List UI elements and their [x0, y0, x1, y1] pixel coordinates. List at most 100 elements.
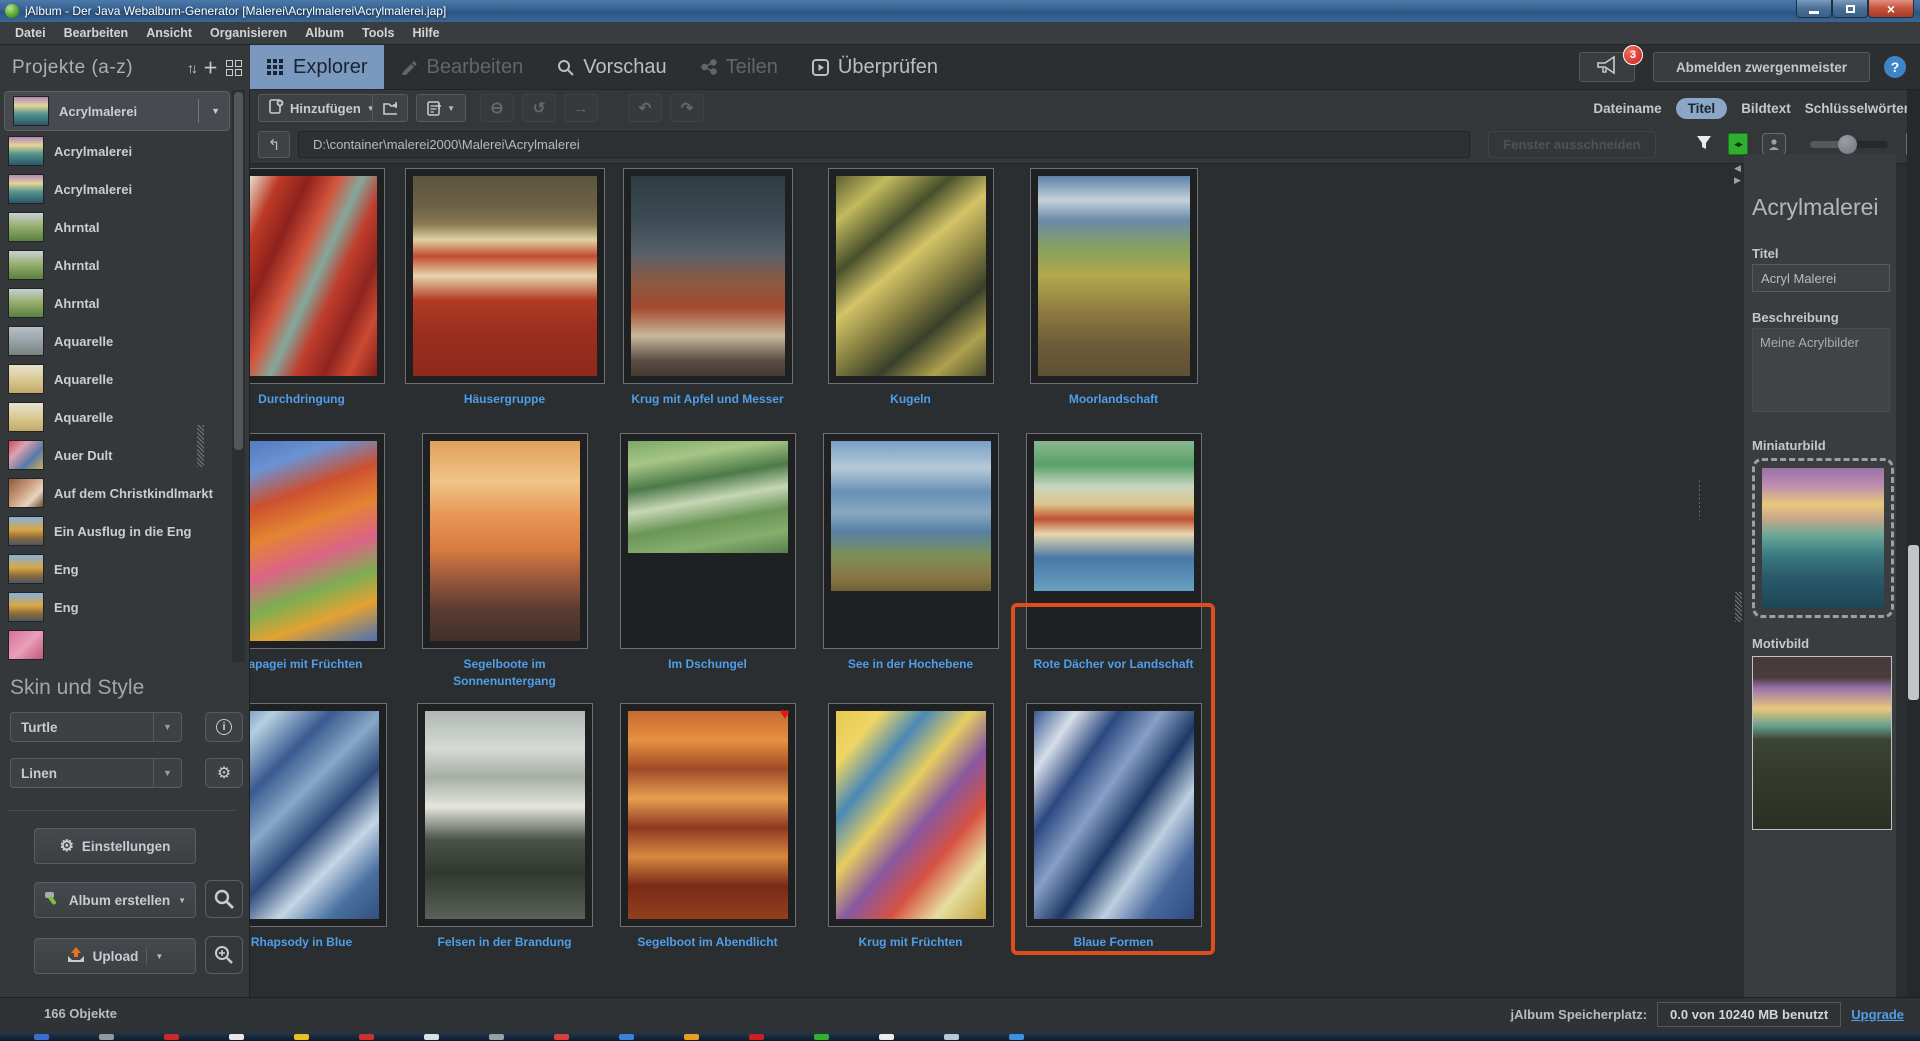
grid-item[interactable]: Felsen in der Brandung: [403, 703, 606, 951]
taskbar-icon[interactable]: [359, 1034, 374, 1040]
grid-item[interactable]: Rhapsody in Blue: [250, 703, 403, 951]
taskbar-icon[interactable]: [749, 1034, 764, 1040]
project-list-scrollbar[interactable]: [232, 90, 245, 662]
thumbnail-frame[interactable]: [827, 703, 994, 927]
project-item[interactable]: [0, 626, 232, 662]
undo-button[interactable]: ↶: [628, 94, 662, 122]
thumbnail-frame[interactable]: [250, 168, 385, 384]
taskbar-icon[interactable]: [99, 1034, 114, 1040]
taskbar-icon[interactable]: [554, 1034, 569, 1040]
grid-item[interactable]: ♥ Segelboot im Abendlicht: [606, 703, 809, 951]
menu-tools[interactable]: Tools: [353, 26, 403, 40]
grid-item[interactable]: Krug mit Früchten: [809, 703, 1012, 951]
favorite-heart-icon[interactable]: ♥: [780, 706, 790, 724]
help-button[interactable]: ?: [1884, 56, 1906, 78]
filter-bildtext[interactable]: Bildtext: [1741, 101, 1791, 116]
thumbnail-frame[interactable]: [619, 433, 796, 649]
image-title-link[interactable]: See in der Hochebene: [848, 656, 973, 673]
collapse-left-icon[interactable]: ◀: [1734, 164, 1741, 173]
taskbar-icon[interactable]: [879, 1034, 894, 1040]
project-view-grid-icon[interactable]: [226, 59, 242, 76]
image-title-link[interactable]: Kugeln: [890, 391, 931, 408]
image-title-link[interactable]: Im Dschungel: [668, 656, 747, 673]
minimize-button[interactable]: [1796, 0, 1832, 18]
menu-ansicht[interactable]: Ansicht: [137, 26, 201, 40]
new-folder-button[interactable]: [372, 94, 408, 122]
style-settings-button[interactable]: ⚙: [205, 758, 243, 788]
thumbnail-frame[interactable]: [622, 168, 793, 384]
thumbnail-frame[interactable]: [1025, 433, 1202, 649]
image-title-link[interactable]: Rhapsody in Blue: [251, 934, 352, 951]
image-title-link[interactable]: Blaue Formen: [1073, 934, 1153, 951]
skin-info-button[interactable]: i: [205, 712, 243, 742]
image-title-link[interactable]: Krug mit Apfel und Messer: [631, 391, 783, 408]
image-title-link[interactable]: Segelboot im Abendlicht: [637, 934, 777, 951]
titel-input[interactable]: [1752, 264, 1890, 292]
project-item[interactable]: Auf dem Christkindlmarkt: [0, 474, 232, 512]
scrollbar-thumb[interactable]: [234, 92, 243, 450]
path-field[interactable]: D:\container\malerei2000\Malerei\Acrylma…: [298, 131, 1470, 158]
project-item[interactable]: Ahrntal: [0, 284, 232, 322]
image-title-link[interactable]: Papagei mit Früchten: [250, 656, 363, 673]
taskbar-icon[interactable]: [944, 1034, 959, 1040]
taskbar-icon[interactable]: [1009, 1034, 1024, 1040]
search-zoom-button[interactable]: [205, 936, 243, 974]
redo-button[interactable]: ↷: [670, 94, 704, 122]
close-button[interactable]: ×: [1868, 0, 1914, 18]
chevron-down-icon[interactable]: ▼: [211, 106, 220, 116]
collapse-right-icon[interactable]: ▶: [1734, 176, 1741, 185]
image-title-link[interactable]: Moorlandschaft: [1069, 391, 1158, 408]
filter-titel-active[interactable]: Titel: [1675, 97, 1728, 119]
taskbar-icon[interactable]: [814, 1034, 829, 1040]
taskbar-icon[interactable]: [684, 1034, 699, 1040]
thumbnail-frame[interactable]: ♥: [619, 703, 796, 927]
thumbnail-frame[interactable]: [250, 703, 387, 927]
taskbar-icon[interactable]: [489, 1034, 504, 1040]
thumbnail-frame[interactable]: [421, 433, 588, 649]
thumbnail-frame[interactable]: [1029, 168, 1198, 384]
taskbar-icon[interactable]: [229, 1034, 244, 1040]
thumbnail-frame[interactable]: [827, 168, 994, 384]
project-item[interactable]: Acrylmalerei: [0, 170, 232, 208]
fit-window-toggle-icon[interactable]: ◂▸: [1728, 133, 1748, 155]
image-title-link[interactable]: Segelboote im Sonnenuntergang: [416, 656, 594, 690]
filter-funnel-icon[interactable]: [1695, 134, 1713, 157]
maximize-button[interactable]: [1832, 0, 1868, 18]
thumbnail-frame[interactable]: [250, 433, 385, 649]
small-thumbnail-size-icon[interactable]: [1762, 133, 1786, 155]
right-scrollbar[interactable]: [1907, 90, 1920, 997]
thumbnail-size-slider[interactable]: [1810, 135, 1888, 154]
project-item[interactable]: Ahrntal: [0, 246, 232, 284]
sort-projects-icon[interactable]: ↑↓: [187, 60, 198, 76]
tab-explorer[interactable]: Explorer: [250, 45, 385, 89]
add-project-icon[interactable]: ＋: [203, 57, 218, 78]
notifications-button[interactable]: 3: [1578, 45, 1643, 82]
grid-item[interactable]: Häusergruppe: [403, 168, 606, 408]
tab-teilen[interactable]: Teilen: [684, 45, 795, 89]
project-item[interactable]: Aquarelle: [0, 360, 232, 398]
thumbnail-frame[interactable]: [822, 433, 999, 649]
grid-item[interactable]: Im Dschungel: [606, 433, 809, 690]
thumbnail-frame[interactable]: [1025, 703, 1202, 927]
project-item[interactable]: Ahrntal: [0, 208, 232, 246]
thumbnail-frame[interactable]: [416, 703, 593, 927]
settings-button[interactable]: ⚙ Einstellungen: [34, 828, 196, 864]
project-item[interactable]: Acrylmalerei: [0, 132, 232, 170]
upload-button[interactable]: Upload ▼: [34, 938, 196, 974]
make-album-button[interactable]: Album erstellen ▼: [34, 882, 196, 918]
project-item-selected[interactable]: Acrylmalerei ▼: [4, 91, 230, 131]
grid-item[interactable]: See in der Hochebene: [809, 433, 1012, 690]
tab-bearbeiten[interactable]: Bearbeiten: [384, 45, 540, 89]
taskbar-icon[interactable]: [34, 1034, 49, 1040]
filter-dateiname[interactable]: Dateiname: [1593, 101, 1661, 116]
menu-hilfe[interactable]: Hilfe: [403, 26, 448, 40]
taskbar-icon[interactable]: [164, 1034, 179, 1040]
taskbar-icon[interactable]: [424, 1034, 439, 1040]
slider-thumb[interactable]: [1838, 135, 1857, 154]
project-item[interactable]: Ein Ausflug in die Eng: [0, 512, 232, 550]
taskbar-icon[interactable]: [619, 1034, 634, 1040]
tab-ueberpruefen[interactable]: Überprüfen: [795, 45, 955, 89]
image-title-link[interactable]: Felsen in der Brandung: [437, 934, 571, 951]
add-button[interactable]: Hinzufügen ▼: [258, 94, 386, 122]
exclude-button[interactable]: ⊖: [480, 94, 514, 122]
